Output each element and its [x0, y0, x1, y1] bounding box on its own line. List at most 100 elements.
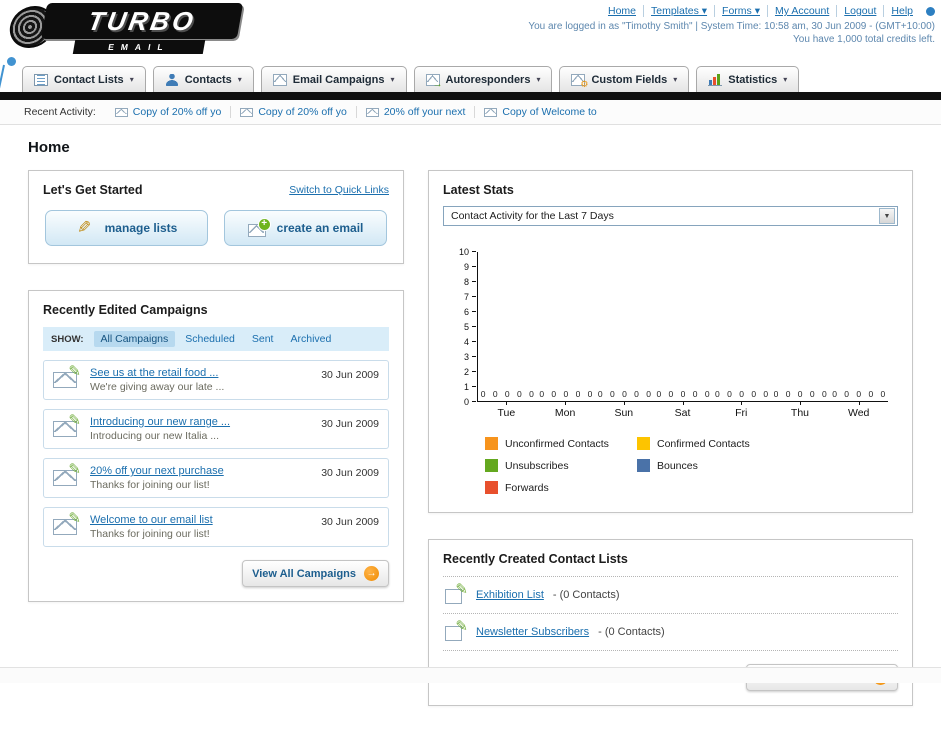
top-nav-link[interactable]: Templates ▾ [643, 5, 714, 17]
footer-strip [0, 667, 941, 683]
x-axis-label: Mon [536, 402, 595, 419]
legend-label: Unsubscribes [505, 459, 569, 472]
campaign-filter[interactable]: All Campaigns [93, 331, 176, 347]
campaign-title-link[interactable]: 20% off your next purchase [90, 465, 224, 477]
bar-group-values: 0 0 0 0 0 [773, 389, 827, 399]
recent-activity-item[interactable]: Copy of 20% off yo [230, 106, 356, 118]
y-axis-label: 5 [451, 322, 477, 332]
campaign-title-link[interactable]: Introducing our new range ... [90, 416, 230, 428]
y-axis-label: 4 [451, 337, 477, 347]
nav-tab[interactable]: Custom Fields ▾ [559, 66, 690, 92]
view-all-campaigns-label: View All Campaigns [252, 567, 356, 580]
bar-group-values: 0 0 0 0 0 [715, 389, 769, 399]
legend-swatch-icon [485, 437, 498, 450]
get-started-panel: Let's Get Started Switch to Quick Links … [28, 170, 404, 264]
legend-swatch-icon [485, 459, 498, 472]
legend-item: Unconfirmed Contacts [485, 437, 637, 450]
top-nav-link[interactable]: Forms ▾ [714, 5, 767, 17]
nav-tab[interactable]: Statistics ▾ [696, 66, 800, 92]
recent-activity-link[interactable]: Copy of 20% off yo [258, 106, 347, 118]
campaign-row[interactable]: See us at the retail food ... We're givi… [43, 360, 389, 400]
recent-activity-link[interactable]: Copy of 20% off yo [133, 106, 222, 118]
bar-group-values: 0 0 0 0 0 [480, 389, 534, 399]
bar-group-values: 0 0 0 0 0 [832, 389, 886, 399]
bar-group-values: 0 0 0 0 0 [539, 389, 593, 399]
campaign-title-link[interactable]: See us at the retail food ... [90, 367, 224, 379]
contact-list-link[interactable]: Exhibition List [476, 589, 544, 601]
recent-activity-label: Recent Activity: [24, 106, 96, 118]
recent-activity-item[interactable]: Copy of 20% off yo [106, 106, 231, 118]
nav-tab-icon [164, 73, 179, 86]
nav-tab[interactable]: Email Campaigns ▾ [260, 66, 407, 92]
y-axis-label: 2 [451, 367, 477, 377]
campaign-title-link[interactable]: Welcome to our email list [90, 514, 213, 526]
envelope-pencil-icon [53, 362, 81, 389]
recent-activity-bar: Recent Activity: Copy of 20% off yo Copy… [0, 100, 941, 125]
chart-plot: 0 0 0 0 0 0 0 0 0 0 0 0 0 0 0 0 0 0 0 0 0 0 … [477, 252, 888, 402]
chart-y-axis: 0 1 2 3 4 5 6 7 8 9 10 [451, 247, 477, 407]
switch-to-quick-links[interactable]: Switch to Quick Links [289, 184, 389, 196]
logo-subtitle: EMAIL [72, 40, 206, 54]
recent-activity-link[interactable]: 20% off your next [384, 106, 466, 118]
campaign-row[interactable]: 20% off your next purchase Thanks for jo… [43, 458, 389, 498]
recent-activity-items: Copy of 20% off yo Copy of 20% off yo 20… [106, 106, 606, 118]
select-arrow-icon[interactable] [879, 208, 895, 224]
help-dot-icon[interactable] [926, 6, 935, 16]
logo-title: TURBO [85, 5, 199, 36]
nav-tab[interactable]: Contact Lists ▾ [22, 66, 146, 92]
contact-list-item[interactable]: Exhibition List - (0 Contacts) [443, 577, 898, 614]
contact-list-link[interactable]: Newsletter Subscribers [476, 626, 589, 638]
legend-item: Bounces [637, 459, 789, 472]
envelope-pencil-icon [53, 509, 81, 536]
divider-bar [0, 92, 941, 100]
contact-lists: Exhibition List - (0 Contacts) Newslette… [443, 576, 898, 651]
campaigns-panel-title: Recently Edited Campaigns [43, 303, 208, 317]
top-nav-link[interactable]: Home [601, 5, 643, 17]
campaign-date: 30 Jun 2009 [321, 467, 379, 479]
campaign-row[interactable]: Introducing our new range ... Introducin… [43, 409, 389, 449]
x-axis-label: Tue [477, 402, 536, 419]
nav-tab[interactable]: Contacts ▾ [152, 66, 254, 92]
get-started-button[interactable]: create an email [224, 210, 387, 246]
campaign-filter[interactable]: Sent [245, 331, 281, 347]
chart-x-axis: Tue Mon Sun Sat Fri Thu Wed [477, 402, 888, 419]
nav-tab-label: Statistics [728, 73, 778, 86]
get-started-button-icon [247, 217, 271, 237]
latest-stats-panel: Latest Stats Contact Activity for the La… [428, 170, 913, 513]
view-all-campaigns-button[interactable]: View All Campaigns [242, 560, 389, 587]
x-axis-label: Sun [594, 402, 653, 419]
campaign-filter[interactable]: Scheduled [178, 331, 242, 347]
x-axis-label: Sat [653, 402, 712, 419]
recent-activity-item[interactable]: 20% off your next [355, 106, 475, 118]
nav-tab-icon [425, 73, 443, 90]
legend-item: Forwards [485, 481, 637, 494]
list-pencil-icon [445, 580, 468, 605]
recent-activity-item[interactable]: Copy of Welcome to [474, 106, 605, 118]
top-nav-link[interactable]: Logout [836, 5, 883, 17]
y-axis-label: 10 [451, 247, 477, 257]
campaign-subtitle: Introducing our new Italia ... [90, 430, 219, 442]
nav-tab[interactable]: Autoresponders ▾ [413, 66, 553, 92]
campaign-row[interactable]: Welcome to our email list Thanks for joi… [43, 507, 389, 547]
nav-tab-label: Custom Fields [591, 73, 668, 86]
top-nav-link[interactable]: My Account [766, 5, 836, 17]
contact-list-count: - (0 Contacts) [552, 589, 620, 601]
credits-line: You have 1,000 total credits left. [793, 34, 935, 45]
chevron-down-icon: ▾ [390, 74, 395, 84]
legend-label: Bounces [657, 459, 698, 472]
contact-list-item[interactable]: Newsletter Subscribers - (0 Contacts) [443, 614, 898, 651]
envelope-icon [114, 107, 128, 117]
top-nav-link[interactable]: Help [883, 5, 920, 17]
y-axis-label: 9 [451, 262, 477, 272]
recent-activity-link[interactable]: Copy of Welcome to [502, 106, 596, 118]
decorative-antenna-dot [7, 57, 16, 66]
campaign-filter[interactable]: Archived [283, 331, 338, 347]
nav-tab-label: Contacts [184, 73, 232, 86]
stats-period-value: Contact Activity for the Last 7 Days [451, 210, 614, 222]
stats-period-select[interactable]: Contact Activity for the Last 7 Days [443, 206, 898, 226]
campaign-date: 30 Jun 2009 [321, 516, 379, 528]
campaign-subtitle: Thanks for joining our list! [90, 528, 210, 540]
page-title: Home [28, 139, 70, 156]
get-started-button[interactable]: manage lists [45, 210, 208, 246]
nav-tab-label: Contact Lists [54, 73, 124, 86]
